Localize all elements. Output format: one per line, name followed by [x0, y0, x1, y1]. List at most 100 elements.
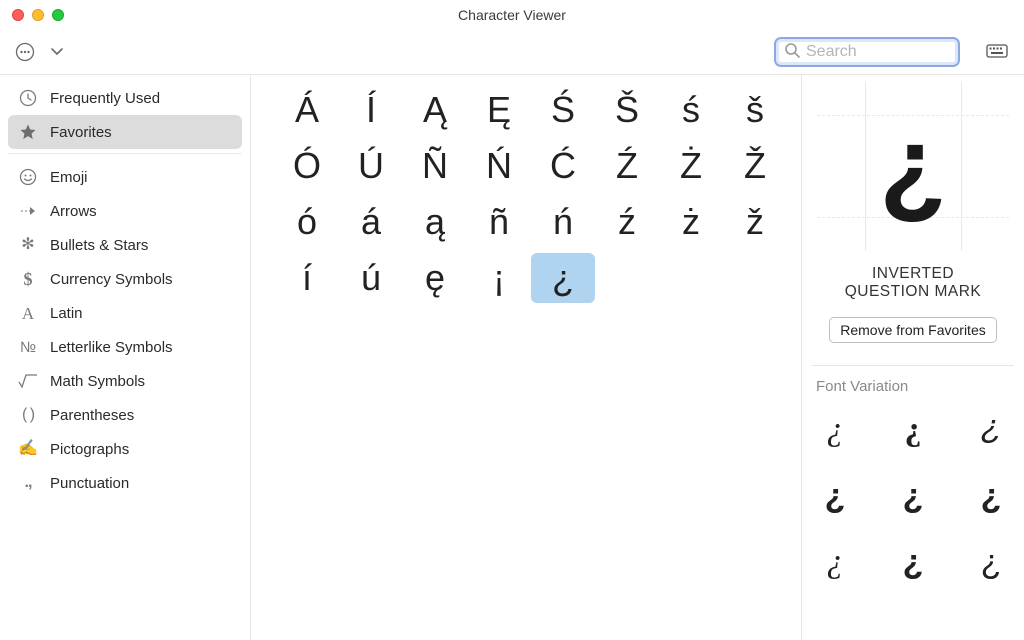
detail-panel: ¿ INVERTED QUESTION MARK Remove from Fav…	[801, 75, 1024, 640]
sidebar-item-label: Parentheses	[50, 407, 134, 424]
letter-a-icon: A	[18, 303, 38, 323]
char-cell[interactable]: ś	[659, 85, 723, 135]
char-cell[interactable]: Ś	[531, 85, 595, 135]
character-grid: ÁÍĄĘŚŠśšÓÚÑŃĆŹŻŽóáąñńźżžíúę¡¿	[251, 75, 801, 640]
font-variation-cell[interactable]: ¿	[805, 405, 865, 455]
char-cell[interactable]: Ń	[467, 141, 531, 191]
window-title: Character Viewer	[0, 7, 1024, 23]
sidebar-item-frequently-used[interactable]: Frequently Used	[8, 81, 242, 115]
char-cell[interactable]: Ę	[467, 85, 531, 135]
dollar-icon: $	[18, 269, 38, 289]
sidebar-item-bullets-stars[interactable]: ✻ Bullets & Stars	[8, 228, 242, 262]
content: Frequently Used Favorites Emoji Arrows ✻…	[0, 74, 1024, 640]
font-variation-cell[interactable]: ¿	[961, 471, 1021, 521]
char-cell[interactable]: Ć	[531, 141, 595, 191]
sidebar-item-arrows[interactable]: Arrows	[8, 194, 242, 228]
preview-glyph: ¿	[879, 111, 946, 221]
sidebar: Frequently Used Favorites Emoji Arrows ✻…	[0, 75, 251, 640]
char-cell[interactable]: Á	[275, 85, 339, 135]
char-row: ÁÍĄĘŚŠśš	[275, 85, 787, 135]
arrow-right-icon	[18, 201, 38, 221]
char-cell[interactable]: Ą	[403, 85, 467, 135]
char-cell[interactable]: ñ	[467, 197, 531, 247]
search-input[interactable]	[806, 43, 950, 61]
char-cell[interactable]: ¡	[467, 253, 531, 303]
sidebar-item-label: Arrows	[50, 203, 97, 220]
character-preview: ¿	[817, 81, 1009, 251]
char-cell[interactable]: ż	[659, 197, 723, 247]
char-cell[interactable]: Š	[595, 85, 659, 135]
char-cell[interactable]: Í	[339, 85, 403, 135]
sidebar-item-favorites[interactable]: Favorites	[8, 115, 242, 149]
parentheses-icon: ( )	[18, 405, 38, 425]
char-cell[interactable]: ą	[403, 197, 467, 247]
zoom-window-button[interactable]	[52, 9, 64, 21]
char-row: óáąñńźżž	[275, 197, 787, 247]
star-filled-icon	[18, 122, 38, 142]
sidebar-item-parentheses[interactable]: ( ) Parentheses	[8, 398, 242, 432]
pencil-icon: ✍	[18, 439, 38, 459]
sidebar-item-label: Math Symbols	[50, 373, 145, 390]
close-window-button[interactable]	[12, 9, 24, 21]
font-variation-cell[interactable]: ¿	[805, 471, 865, 521]
char-cell[interactable]: ę	[403, 253, 467, 303]
character-name: INVERTED QUESTION MARK	[845, 265, 982, 301]
sidebar-item-label: Bullets & Stars	[50, 237, 148, 254]
sidebar-item-label: Letterlike Symbols	[50, 339, 173, 356]
toolbar	[0, 30, 1024, 74]
char-cell[interactable]: Ž	[723, 141, 787, 191]
chevron-down-icon[interactable]	[46, 41, 68, 63]
numero-icon: №	[18, 337, 38, 357]
char-cell[interactable]: Ú	[339, 141, 403, 191]
sidebar-item-label: Favorites	[50, 124, 112, 141]
traffic-lights	[12, 9, 64, 21]
sidebar-item-label: Frequently Used	[50, 90, 160, 107]
options-icon[interactable]	[14, 41, 36, 63]
font-variation-cell[interactable]: ¿	[961, 405, 1021, 455]
sidebar-item-currency[interactable]: $ Currency Symbols	[8, 262, 242, 296]
titlebar: Character Viewer	[0, 0, 1024, 30]
char-cell[interactable]: Ñ	[403, 141, 467, 191]
font-variation-label: Font Variation	[816, 378, 908, 395]
sidebar-item-letterlike[interactable]: № Letterlike Symbols	[8, 330, 242, 364]
char-cell[interactable]: ú	[339, 253, 403, 303]
punctuation-icon: .,	[18, 473, 38, 493]
char-cell[interactable]: š	[723, 85, 787, 135]
virtual-keyboard-icon[interactable]	[984, 41, 1010, 63]
sidebar-item-label: Currency Symbols	[50, 271, 173, 288]
char-cell[interactable]: Ź	[595, 141, 659, 191]
sidebar-divider	[8, 153, 242, 154]
font-variation-cell[interactable]: ¿	[805, 537, 865, 587]
char-cell[interactable]: í	[275, 253, 339, 303]
minimize-window-button[interactable]	[32, 9, 44, 21]
font-variation-cell[interactable]: ¿	[961, 537, 1021, 587]
char-row: ÓÚÑŃĆŹŻŽ	[275, 141, 787, 191]
sidebar-item-label: Latin	[50, 305, 83, 322]
char-cell[interactable]: ó	[275, 197, 339, 247]
remove-from-favorites-button[interactable]: Remove from Favorites	[829, 317, 996, 343]
font-variation-cell[interactable]: ¿	[883, 471, 943, 521]
char-cell[interactable]: ź	[595, 197, 659, 247]
sidebar-item-label: Pictographs	[50, 441, 129, 458]
sparkle-icon: ✻	[18, 235, 38, 255]
char-cell[interactable]: Ż	[659, 141, 723, 191]
char-cell[interactable]: Ó	[275, 141, 339, 191]
char-cell[interactable]: ń	[531, 197, 595, 247]
search-field[interactable]	[774, 37, 960, 67]
search-icon	[784, 42, 800, 63]
sidebar-item-pictographs[interactable]: ✍ Pictographs	[8, 432, 242, 466]
clock-icon	[18, 88, 38, 108]
sidebar-item-math[interactable]: Math Symbols	[8, 364, 242, 398]
char-cell[interactable]: ž	[723, 197, 787, 247]
sidebar-item-emoji[interactable]: Emoji	[8, 160, 242, 194]
sidebar-item-punctuation[interactable]: ., Punctuation	[8, 466, 242, 500]
char-row: íúę¡¿	[275, 253, 787, 303]
sidebar-item-latin[interactable]: A Latin	[8, 296, 242, 330]
sidebar-item-label: Emoji	[50, 169, 88, 186]
font-variation-cell[interactable]: ¿	[883, 405, 943, 455]
char-cell[interactable]: á	[339, 197, 403, 247]
sqrt-icon	[18, 371, 38, 391]
font-variation-cell[interactable]: ¿	[883, 537, 943, 587]
sidebar-item-label: Punctuation	[50, 475, 129, 492]
char-cell[interactable]: ¿	[531, 253, 595, 303]
